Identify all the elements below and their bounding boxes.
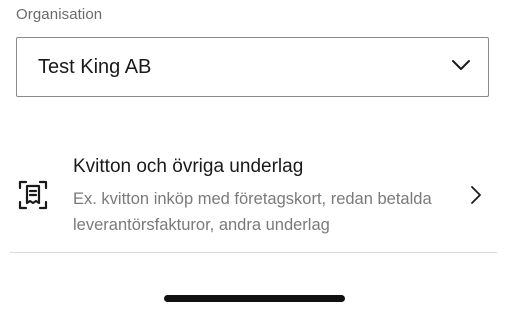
screen: Organisation Test King AB Kvitton och öv… — [0, 0, 507, 313]
organisation-select[interactable]: Test King AB — [16, 37, 489, 97]
organisation-label: Organisation — [16, 6, 103, 23]
receipt-scan-icon — [18, 180, 48, 210]
divider — [10, 252, 497, 253]
menu-item-description: Ex. kvitton inköp med företagskort, reda… — [73, 190, 432, 234]
chevron-down-icon — [452, 60, 470, 70]
organisation-selected-value: Test King AB — [38, 56, 152, 78]
chevron-right-icon — [471, 186, 481, 204]
menu-item-title: Kvitton och övriga underlag — [73, 156, 304, 177]
receipts-menu-item[interactable]: Kvitton och övriga underlag Ex. kvitton … — [10, 140, 497, 252]
home-indicator[interactable] — [164, 295, 345, 302]
